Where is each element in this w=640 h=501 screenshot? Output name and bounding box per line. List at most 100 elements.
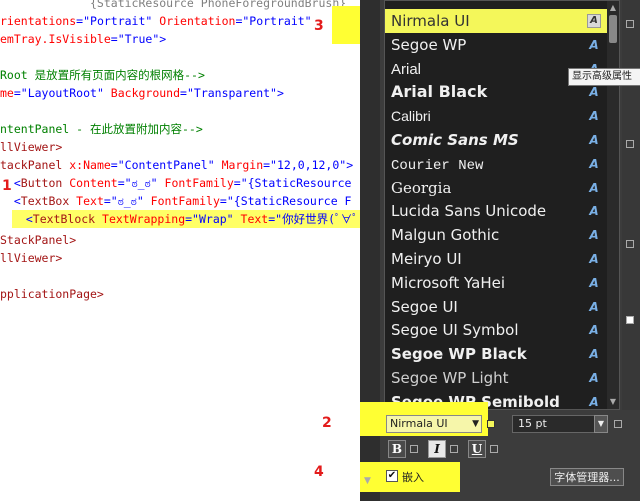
font-list-item[interactable]: Segoe WP A — [385, 33, 607, 57]
font-list-item[interactable]: Segoe WP Black A — [385, 342, 607, 366]
code-token: {StaticResource PhoneForegroundBrush} — [0, 0, 347, 10]
code-line[interactable]: Root 是放置所有页面内容的根网格--> — [0, 66, 360, 84]
font-list-item[interactable]: Georgia A — [385, 176, 607, 200]
bold-button[interactable]: B — [388, 440, 406, 458]
underline-button[interactable]: U — [468, 440, 486, 458]
font-size-dropdown-button[interactable]: ▼ — [594, 415, 608, 433]
font-list-item[interactable]: Segoe UI A — [385, 295, 607, 319]
font-type-icon: A — [589, 180, 599, 195]
code-token: Margin — [221, 158, 264, 172]
font-list-item[interactable]: Courier New A — [385, 152, 607, 176]
font-name: Segoe WP — [391, 35, 467, 54]
code-line[interactable]: {StaticResource PhoneForegroundBrush} — [0, 0, 360, 12]
code-line[interactable] — [0, 102, 360, 120]
font-type-icon: A — [589, 228, 599, 243]
embed-checkbox[interactable]: ✔ — [386, 470, 398, 482]
code-line[interactable]: <TextBlock TextWrapping="Wrap" Text="你好世… — [12, 210, 360, 228]
font-family-list[interactable]: Nirmala UIASegoe WPAArialAArial BlackACa… — [384, 0, 620, 411]
code-line[interactable]: StackPanel> — [0, 231, 360, 249]
code-line[interactable]: ntentPanel - 在此放置附加内容--> — [0, 120, 360, 138]
code-token: ="ContentPanel" — [110, 158, 222, 172]
code-token: FontFamily — [164, 176, 234, 190]
code-token: llViewer> — [0, 140, 63, 154]
font-size-advanced-square[interactable] — [614, 420, 622, 428]
code-token: Background — [110, 86, 181, 100]
code-token: ntentPanel - 在此放置附加内容--> — [0, 122, 203, 136]
advanced-properties-tooltip: 显示高级属性 — [568, 68, 640, 86]
font-size-value: 15 pt — [518, 417, 547, 430]
font-name: Nirmala UI — [391, 12, 470, 30]
code-line[interactable]: pplicationPage> — [0, 285, 360, 303]
font-name: Segoe UI Symbol — [391, 321, 519, 340]
code-token: ="Wrap" — [185, 212, 241, 226]
font-manager-button[interactable]: 字体管理器... — [550, 468, 624, 486]
code-token: Text — [240, 212, 269, 226]
code-line[interactable]: llViewer> — [0, 249, 360, 267]
code-line[interactable]: rientations="Portrait" Orientation="Port… — [0, 12, 360, 30]
expand-arrow-icon[interactable]: ▼ — [364, 476, 371, 486]
annotation-1: 1 — [2, 178, 12, 194]
code-line[interactable]: me="LayoutRoot" Background="Transparent"… — [0, 84, 360, 102]
panel-option-square[interactable] — [626, 316, 634, 324]
code-token: StackPanel> — [0, 233, 77, 247]
scroll-down-icon[interactable]: ▼ — [608, 397, 618, 407]
font-name: Microsoft YaHei — [391, 273, 505, 292]
bold-advanced-square[interactable] — [410, 445, 418, 453]
scroll-up-icon[interactable]: ▲ — [608, 3, 618, 13]
font-list-item[interactable]: Segoe WP Light A — [385, 366, 607, 390]
font-list-item[interactable]: Meiryo UI A — [385, 247, 607, 271]
code-line[interactable]: emTray.IsVisible="True"> — [0, 30, 360, 48]
font-list-item[interactable]: Calibri A — [385, 104, 607, 128]
italic-button[interactable]: I — [428, 440, 446, 458]
annotation-2: 2 — [322, 415, 332, 431]
font-family-advanced-square[interactable] — [487, 420, 495, 428]
font-list-item[interactable]: Nirmala UI A — [385, 9, 607, 33]
highlight-box-3 — [332, 6, 360, 44]
font-type-icon: A — [589, 156, 599, 171]
font-name: Segoe WP Light — [391, 369, 509, 387]
panel-option-square[interactable] — [626, 140, 634, 148]
font-name: Arial — [391, 60, 422, 78]
font-list-scrollbar[interactable]: ▲ ▼ — [607, 1, 619, 409]
font-type-icon: A — [589, 133, 599, 147]
code-line[interactable]: <Button Content="ಠ_ಠ" FontFamily="{Stati… — [0, 174, 360, 192]
code-token: TextWrapping — [102, 212, 186, 226]
code-token: me — [0, 86, 14, 100]
font-type-icon: A — [589, 85, 599, 100]
font-list-item[interactable]: Comic Sans MS A — [385, 128, 607, 152]
font-type-icon: A — [589, 275, 599, 290]
code-editor[interactable]: {StaticResource PhoneForegroundBrush} rie… — [0, 0, 360, 501]
scroll-thumb[interactable] — [609, 15, 617, 43]
font-family-select[interactable]: Nirmala UI ▼ — [386, 415, 482, 433]
font-list-item[interactable]: Lucida Sans Unicode A — [385, 199, 607, 223]
font-type-icon: A — [589, 347, 599, 362]
font-name: Courier New — [391, 157, 484, 174]
font-name: Comic Sans MS — [391, 131, 519, 149]
font-name: Meiryo UI — [391, 250, 462, 268]
code-token: tackPanel — [0, 158, 70, 172]
code-token: rientations — [0, 14, 77, 28]
code-line[interactable]: tackPanel x:Name="ContentPanel" Margin="… — [0, 156, 360, 174]
code-line[interactable]: <TextBox Text="ಠ_ಠ" FontFamily="{StaticR… — [0, 192, 360, 210]
code-token: ="你好世界(ﾟ∀ﾟ — [268, 212, 358, 226]
font-list-item[interactable]: Microsoft YaHei A — [385, 271, 607, 295]
font-name: Segoe WP Black — [391, 345, 527, 364]
font-type-icon: A — [589, 323, 599, 338]
code-token: pplicationPage> — [0, 287, 104, 301]
panel-option-square[interactable] — [626, 240, 634, 248]
code-line[interactable]: llViewer> — [0, 138, 360, 156]
code-token: ="{StaticResource — [233, 176, 352, 190]
code-token: Root 是放置所有页面内容的根网格--> — [0, 68, 205, 82]
panel-option-square[interactable] — [626, 20, 634, 28]
italic-advanced-square[interactable] — [450, 445, 458, 453]
font-name: Lucida Sans Unicode — [391, 202, 547, 221]
code-token: ="ಠ_ಠ" — [117, 176, 165, 190]
font-type-icon: A — [589, 252, 599, 266]
font-list-item[interactable]: Malgun Gothic A — [385, 223, 607, 247]
code-line[interactable] — [0, 48, 360, 66]
font-name: Malgun Gothic — [391, 226, 500, 245]
code-line[interactable] — [0, 267, 360, 285]
chevron-down-icon: ▼ — [472, 419, 479, 429]
underline-advanced-square[interactable] — [490, 445, 498, 453]
font-list-item[interactable]: Segoe UI Symbol A — [385, 318, 607, 342]
